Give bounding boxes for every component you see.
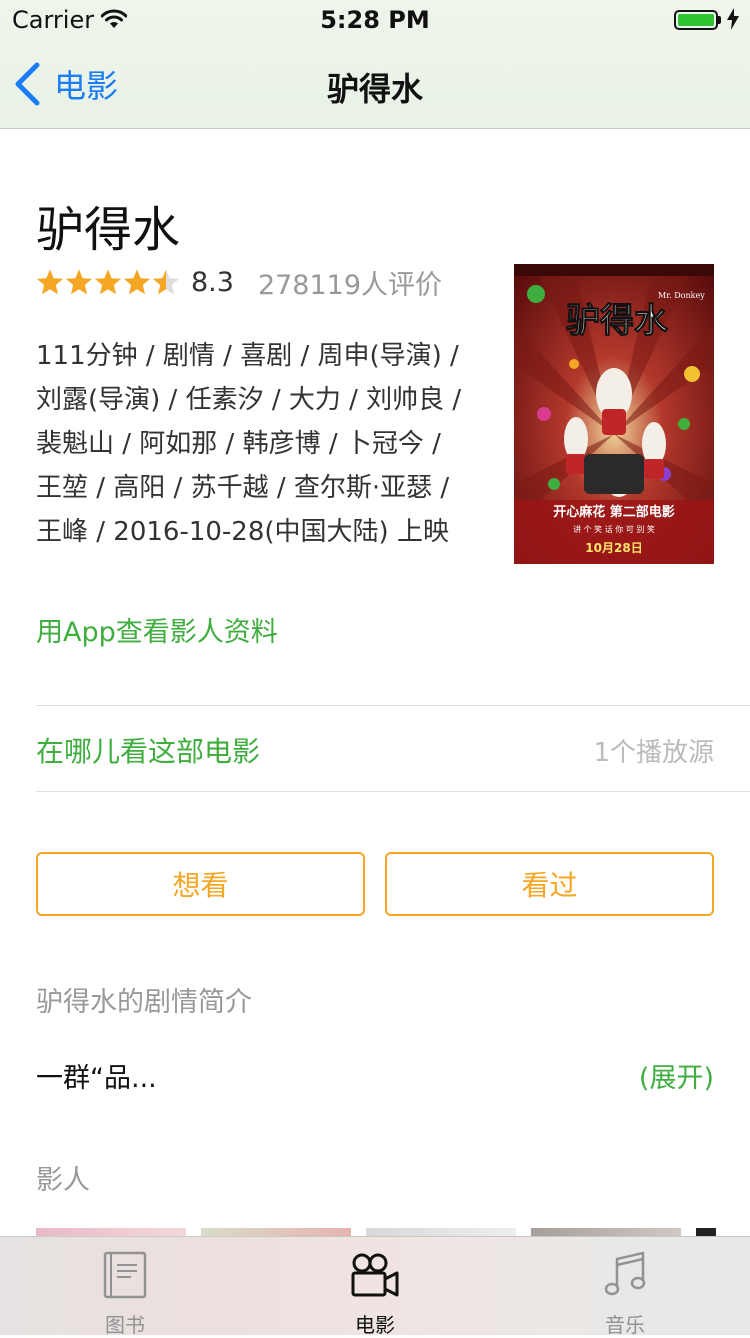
movie-poster[interactable]: 驴得水 Mr. Donkey 开心麻花 第二部电影 讲 个 笑 话 你 可 别 … [514, 264, 714, 564]
poster-release-date: 10月28日 [585, 541, 642, 555]
battery-tip [718, 16, 721, 24]
poster-slogan: 讲 个 笑 话 你 可 别 笑 [573, 524, 655, 534]
movie-camera-icon [351, 1253, 399, 1297]
battery-level [678, 14, 714, 26]
view-in-app-link[interactable]: 用App查看影人资料 [36, 610, 278, 649]
star-icon [95, 269, 121, 295]
expand-summary-button[interactable]: (展开) [639, 1056, 714, 1095]
star-icon [124, 269, 150, 295]
poster-tagline: 开心麻花 第二部电影 [553, 504, 675, 520]
charging-bolt-icon [727, 8, 739, 30]
summary-heading: 驴得水的剧情简介 [36, 987, 252, 1018]
tab-movies[interactable]: 电影 [250, 1237, 500, 1337]
poster-title-art: 驴得水 [566, 301, 669, 341]
star-icon [66, 269, 92, 295]
watched-button[interactable]: 看过 [385, 852, 714, 916]
tab-music[interactable]: 音乐 [500, 1237, 750, 1337]
rating-row: 8.3 278119人评价 [36, 262, 442, 302]
music-note-icon [604, 1251, 646, 1296]
where-to-watch-row[interactable]: 在哪儿看这部电影 1个播放源 [36, 706, 714, 792]
page-title: 驴得水 [326, 70, 423, 108]
star-icon [153, 269, 179, 295]
movie-title: 驴得水 [36, 202, 181, 258]
summary-text: 一群“品... [36, 1063, 157, 1094]
star-icon [37, 269, 63, 295]
navigation-bar: Carrier 5:28 PM 电影 驴得水 [0, 0, 750, 129]
rating-score: 8.3 [191, 266, 234, 298]
tab-bar: 图书 电影 音乐 [0, 1236, 750, 1337]
rating-stars [36, 268, 181, 296]
status-bar: Carrier 5:28 PM [0, 0, 750, 40]
where-to-watch-label: 在哪儿看这部电影 [36, 735, 261, 768]
poster-english-title: Mr. Donkey [658, 291, 705, 300]
divider [36, 791, 750, 792]
poster-artwork: 驴得水 Mr. Donkey 开心麻花 第二部电影 讲 个 笑 话 你 可 别 … [514, 264, 714, 564]
play-source-count: 1个播放源 [593, 738, 714, 768]
movie-meta: 111分钟 / 剧情 / 喜剧 / 周申(导演) / 刘露(导演) / 任素汐 … [36, 341, 462, 547]
battery-icon [674, 10, 718, 30]
rating-count: 278119人评价 [257, 269, 443, 301]
book-icon [103, 1251, 147, 1299]
cast-heading: 影人 [36, 1165, 90, 1196]
want-to-watch-button[interactable]: 想看 [36, 852, 365, 916]
status-time: 5:28 PM [320, 6, 430, 34]
tab-books[interactable]: 图书 [0, 1237, 250, 1337]
